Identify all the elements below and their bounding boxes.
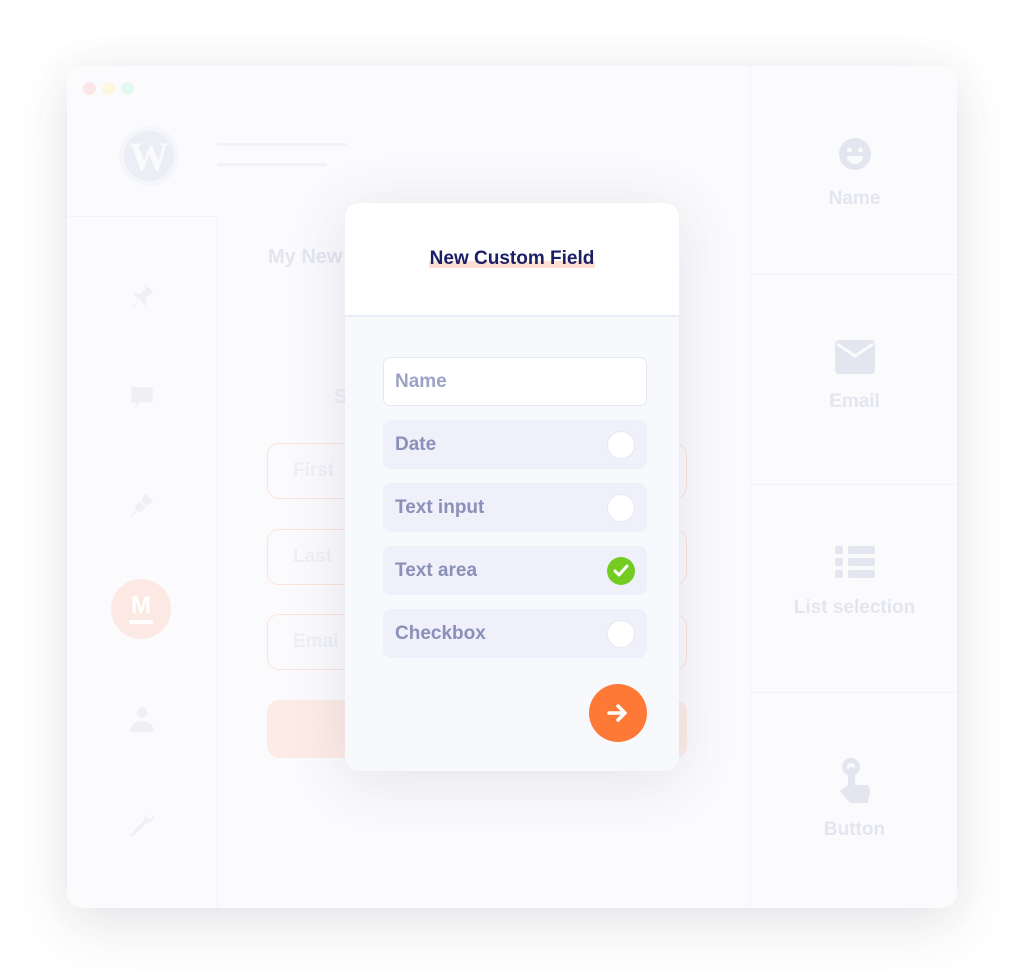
- radio-unchecked[interactable]: [607, 493, 635, 522]
- radio-unchecked[interactable]: [607, 430, 635, 459]
- smiley-icon: [835, 134, 875, 174]
- window-controls: [83, 82, 134, 95]
- sidebar: M: [67, 216, 218, 908]
- badge-letter: M: [131, 592, 151, 619]
- new-custom-field-dialog: New Custom Field Date Text input Text ar…: [345, 203, 679, 771]
- header-placeholder-line: [217, 143, 347, 146]
- field-name-input[interactable]: [383, 357, 647, 406]
- close-window-button[interactable]: [83, 82, 96, 95]
- option-date[interactable]: Date: [383, 420, 647, 469]
- brush-icon[interactable]: [122, 485, 162, 525]
- option-checkbox[interactable]: Checkbox: [383, 609, 647, 658]
- comment-icon[interactable]: [122, 379, 162, 419]
- envelope-icon: [834, 337, 875, 377]
- pointer-hand-icon: [835, 757, 875, 805]
- list-icon: [834, 543, 875, 583]
- field-type-label: Name: [828, 188, 881, 209]
- option-label: Text area: [395, 559, 478, 581]
- wordpress-logo-icon: W: [119, 126, 179, 186]
- plugin-m-icon[interactable]: M: [111, 579, 171, 639]
- wrench-icon[interactable]: [122, 805, 162, 845]
- header-placeholder-line: [217, 163, 327, 166]
- field-type-label: List selection: [793, 597, 916, 618]
- user-icon[interactable]: [122, 699, 162, 739]
- field-type-button[interactable]: Button: [751, 693, 957, 908]
- option-text-area[interactable]: Text area: [383, 546, 647, 595]
- field-type-list-selection[interactable]: List selection: [751, 485, 957, 693]
- field-type-label: Email: [829, 391, 880, 412]
- dialog-title: New Custom Field: [428, 248, 596, 270]
- option-label: Text input: [395, 496, 485, 518]
- field-types-panel: Name Email List selection Button: [750, 66, 957, 908]
- option-text-input[interactable]: Text input: [383, 483, 647, 532]
- arrow-right-icon: [607, 704, 627, 722]
- form-title: My New: [268, 246, 343, 268]
- field-type-name[interactable]: Name: [751, 66, 957, 275]
- maximize-window-button[interactable]: [121, 82, 134, 95]
- option-label: Checkbox: [395, 622, 486, 644]
- radio-unchecked[interactable]: [607, 619, 635, 648]
- pin-icon[interactable]: [122, 275, 162, 315]
- dialog-header: New Custom Field: [345, 203, 679, 317]
- radio-checked[interactable]: [607, 556, 635, 585]
- field-type-email[interactable]: Email: [751, 275, 957, 485]
- option-label: Date: [395, 433, 437, 455]
- minimize-window-button[interactable]: [102, 82, 115, 95]
- checkmark-icon: [613, 564, 629, 576]
- field-type-label: Button: [823, 819, 886, 840]
- next-button[interactable]: [589, 684, 647, 742]
